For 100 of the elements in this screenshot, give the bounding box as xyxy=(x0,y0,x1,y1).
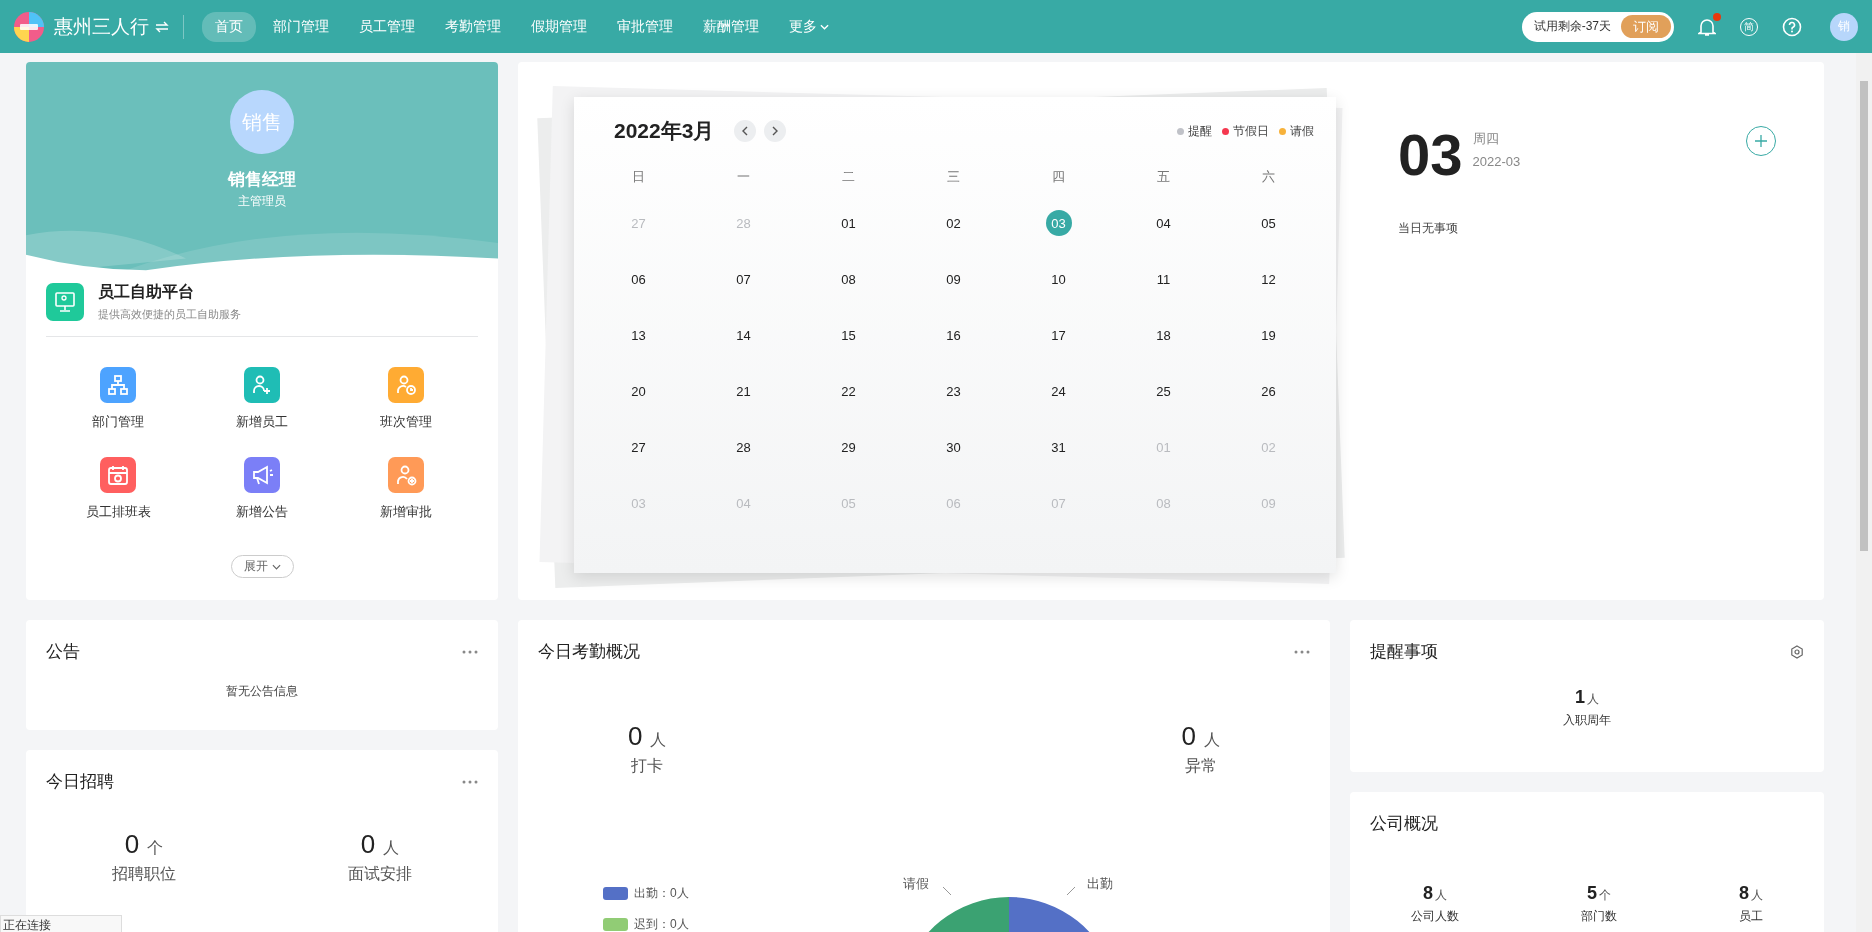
shortcut-item[interactable]: 员工排班表 xyxy=(46,457,190,521)
calendar-day[interactable]: 25 xyxy=(1150,378,1177,404)
weekday-header: 二 xyxy=(841,168,856,186)
section-title: 员工自助平台 xyxy=(98,282,195,302)
calendar-day[interactable]: 15 xyxy=(835,322,862,348)
calendar-day[interactable]: 22 xyxy=(835,378,862,404)
shortcut-item[interactable]: 新增公告 xyxy=(190,457,334,521)
calendar-day[interactable]: 01 xyxy=(835,210,862,236)
legend-label: 出勤：0人 xyxy=(634,885,689,902)
calendar-day[interactable]: 09 xyxy=(940,266,967,292)
weekday-header: 一 xyxy=(736,168,751,186)
empty-message: 暂无公告信息 xyxy=(225,683,299,700)
calendar-day[interactable]: 26 xyxy=(1255,378,1282,404)
legend-label: 请假 xyxy=(1290,122,1314,140)
stat-value: 0 xyxy=(360,829,376,860)
month-title: 2022年3月 xyxy=(614,118,715,144)
shortcut-item[interactable]: 部门管理 xyxy=(46,367,190,431)
stat-label: 异常 xyxy=(1184,756,1217,776)
more-icon[interactable] xyxy=(462,649,478,654)
next-month-button[interactable] xyxy=(764,120,787,142)
legend-label: 迟到：0人 xyxy=(634,916,689,932)
chevron-down-icon xyxy=(820,23,829,30)
legend-label: 提醒 xyxy=(1188,122,1212,140)
selected-day-number: 03 xyxy=(1398,126,1463,184)
calendar-day[interactable]: 05 xyxy=(1255,210,1282,236)
previous-month-button[interactable] xyxy=(734,120,757,142)
chevron-right-icon xyxy=(772,126,779,136)
calendar-day[interactable]: 07 xyxy=(730,266,757,292)
month-label: 2022-03 xyxy=(1472,154,1521,169)
card-title: 今日招聘 xyxy=(46,771,114,793)
calendar-day[interactable]: 19 xyxy=(1255,322,1282,348)
calendar-day[interactable]: 31 xyxy=(1045,434,1072,460)
calendar-day[interactable]: 23 xyxy=(940,378,967,404)
card-title: 公司概况 xyxy=(1370,813,1438,835)
calendar-day[interactable]: 24 xyxy=(1045,378,1072,404)
bell-icon[interactable] xyxy=(1698,16,1716,37)
stat-unit: 人 xyxy=(383,838,400,858)
role-name: 销售经理 xyxy=(228,169,296,191)
help-icon[interactable] xyxy=(1782,16,1802,37)
calendar-day[interactable]: 28 xyxy=(730,434,757,460)
role-subtitle: 主管理员 xyxy=(238,193,286,210)
card-title: 公告 xyxy=(46,641,80,663)
card-title: 提醒事项 xyxy=(1370,641,1438,663)
stat-value: 5 xyxy=(1586,883,1597,904)
shortcut-item[interactable]: 新增员工 xyxy=(190,367,334,431)
calendar-day[interactable]: 30 xyxy=(940,434,967,460)
scrollbar[interactable] xyxy=(1856,53,1872,932)
chart-label: 出勤 xyxy=(1086,875,1113,893)
calendar-day[interactable]: 04 xyxy=(1150,210,1177,236)
calendar-day[interactable]: 17 xyxy=(1045,322,1072,348)
shortcut-item[interactable]: 新增审批 xyxy=(334,457,478,521)
stat-value: 0 xyxy=(628,721,643,752)
weekday-header: 五 xyxy=(1156,168,1171,186)
calendar-day[interactable]: 12 xyxy=(1255,266,1282,292)
switch-icon[interactable] xyxy=(155,20,169,33)
calendar-day[interactable]: 14 xyxy=(730,322,757,348)
calendar-day[interactable]: 20 xyxy=(625,378,652,404)
stat-unit: 个 xyxy=(1598,887,1611,904)
chevron-down-icon xyxy=(271,563,281,570)
settings-icon[interactable] xyxy=(1790,644,1804,659)
stat-value: 0 xyxy=(1181,721,1196,752)
stat-label: 面试安排 xyxy=(348,864,412,884)
stat-unit: 人 xyxy=(1204,730,1220,750)
calendar-day[interactable]: 18 xyxy=(1150,322,1177,348)
stat-value: 8 xyxy=(1422,883,1433,904)
stat-label: 招聘职位 xyxy=(112,864,176,884)
stat-unit: 人 xyxy=(650,730,667,750)
shortcut-item[interactable]: 班次管理 xyxy=(334,367,478,431)
weekday-label: 周四 xyxy=(1472,130,1500,148)
logo-icon[interactable] xyxy=(14,11,44,42)
calendar-day[interactable]: 29 xyxy=(835,434,862,460)
calendar-day[interactable]: 10 xyxy=(1045,266,1072,292)
calendar-day[interactable]: 11 xyxy=(1150,266,1177,292)
calendar-day[interactable]: 06 xyxy=(625,266,652,292)
plus-icon xyxy=(1755,135,1767,147)
stat-unit: 人 xyxy=(1587,691,1599,708)
calendar-day[interactable]: 02 xyxy=(940,210,967,236)
more-icon[interactable] xyxy=(462,779,478,784)
monitor-icon xyxy=(46,283,84,321)
stat-label: 公司人数 xyxy=(1411,908,1459,925)
legend-label: 节假日 xyxy=(1233,122,1269,140)
weekday-header: 四 xyxy=(1051,168,1066,186)
stat-unit: 人 xyxy=(1750,887,1763,904)
role-avatar: 销售 xyxy=(230,90,294,154)
stat-label: 打卡 xyxy=(631,756,664,776)
section-subtitle: 提供高效便捷的员工自助服务 xyxy=(98,307,241,322)
stat-label: 入职周年 xyxy=(1563,712,1611,729)
stat-label: 部门数 xyxy=(1580,908,1617,925)
calendar-day[interactable]: 27 xyxy=(625,434,652,460)
status-text: 正在连接 xyxy=(0,915,122,932)
card-title: 今日考勤概况 xyxy=(538,641,640,663)
calendar-day[interactable]: 21 xyxy=(730,378,757,404)
more-icon[interactable] xyxy=(1294,649,1310,654)
calendar-day[interactable]: 08 xyxy=(835,266,862,292)
trial-remaining: 试用剩余-37天 xyxy=(1533,18,1611,35)
chevron-left-icon xyxy=(742,126,749,136)
stat-unit: 人 xyxy=(1435,887,1447,904)
calendar-day[interactable]: 13 xyxy=(625,322,652,348)
calendar-day[interactable]: 16 xyxy=(940,322,967,348)
expand-button[interactable]: 展开 xyxy=(230,555,294,578)
